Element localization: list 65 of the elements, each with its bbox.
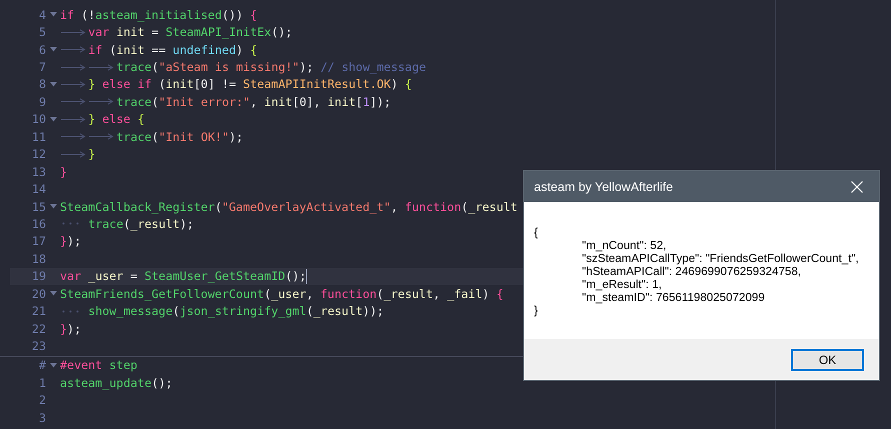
line-number: 4: [38, 8, 46, 22]
tab-arrow-icon: [60, 116, 86, 123]
tab-arrow-icon: [60, 64, 86, 71]
code-line: trace("aSteam is missing!"); // show_message: [116, 60, 426, 74]
line-number: 2: [38, 393, 46, 408]
message-text: }: [534, 304, 539, 317]
tab-arrow-icon: [88, 64, 114, 71]
code-line: if (init == undefined) {: [88, 42, 258, 57]
line-number: 14: [30, 182, 46, 196]
line-number: 18: [30, 252, 46, 266]
tab-arrow-icon: [60, 46, 86, 54]
ok-button[interactable]: OK: [791, 348, 864, 370]
line-number: 5: [38, 25, 46, 40]
tab-arrow-icon: [60, 150, 86, 158]
code-line: trace("Init OK!");: [116, 130, 244, 144]
close-icon: [851, 180, 863, 192]
line-number: 16: [30, 216, 46, 231]
code-line: } else {: [88, 112, 144, 126]
code-line: trace(_result);: [88, 216, 194, 231]
message-text: "m_eResult": 1,: [581, 278, 663, 291]
code-line: if (!asteam_initialised()) {: [60, 8, 258, 22]
tab-arrow-icon: [60, 98, 86, 106]
message-text: "m_nCount": 52,: [581, 239, 668, 252]
code-line: trace("Init error:", init[0], init[1]);: [116, 94, 391, 109]
line-number: 23: [30, 339, 46, 354]
code-line: var init = SteamAPI_InitEx();: [88, 25, 292, 40]
code-line: var _user = SteamUser_GetSteamID();: [60, 269, 306, 284]
line-number: 8: [38, 77, 46, 92]
line-number: 7: [38, 60, 46, 74]
code-line: }: [88, 147, 96, 162]
line-number: 17: [30, 234, 46, 248]
line-number: 12: [30, 147, 46, 162]
message-text: {: [534, 226, 539, 239]
tab-arrow-icon: [60, 80, 86, 88]
message-text: "hSteamAPICall": 2469699076259324758,: [581, 265, 802, 278]
code-line: });: [60, 234, 82, 248]
line-number: 20: [30, 286, 46, 301]
line-number: 22: [30, 322, 46, 336]
line-number: 15: [30, 200, 46, 214]
dialog-title: asteam by YellowAfterlife: [534, 180, 673, 194]
line-number: 13: [30, 164, 46, 179]
line-number: 6: [38, 42, 46, 57]
line-number: 11: [30, 130, 46, 144]
code-line: } else if (init[0] != SteamAPIInitResult.OK) {: [88, 77, 412, 92]
line-number: 9: [38, 94, 46, 109]
code-line: SteamFriends_GetFollowerCount(_user, function(_result, _fail) {: [60, 286, 504, 301]
code-line: });: [60, 322, 82, 336]
message-text: "m_steamID": 76561198025072099: [581, 291, 766, 304]
line-number: 3: [38, 410, 46, 425]
tab-arrow-icon: [60, 133, 86, 140]
line-number: 21: [30, 304, 46, 318]
line-number: #: [38, 358, 46, 372]
code-line: asteam_update();: [60, 376, 173, 390]
tab-arrow-icon: [60, 28, 86, 36]
tab-arrow-icon: [88, 98, 114, 106]
tab-arrow-icon: [88, 133, 114, 140]
code-line: SteamCallback_Register("GameOverlayActivated_t", function(_result: [60, 200, 518, 214]
code-line: #event step: [60, 358, 138, 372]
line-number: 1: [38, 376, 46, 390]
code-line: show_message(json_stringify_gml(_result));: [88, 304, 384, 318]
line-number: 10: [30, 112, 46, 126]
line-number: 19: [30, 269, 46, 284]
code-line: }: [60, 164, 68, 179]
message-text: "szSteamAPICallType": "FriendsGetFollowerCount_t",: [581, 252, 860, 265]
text-cursor: [306, 268, 308, 284]
